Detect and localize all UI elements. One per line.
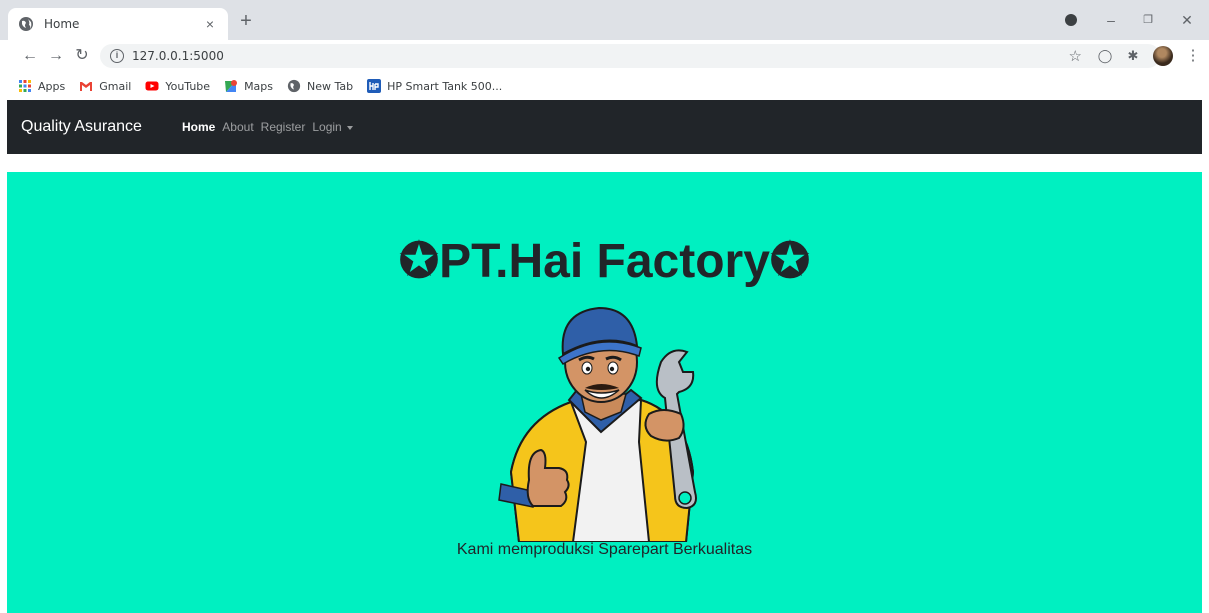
address-bar[interactable]: i 127.0.0.1:5000 ☆	[100, 44, 1160, 68]
hp-icon	[367, 79, 382, 93]
bookmark-label: Gmail	[99, 79, 132, 93]
profile-icon[interactable]	[1065, 14, 1077, 26]
mechanic-mascot-image	[498, 306, 697, 542]
minimize-icon[interactable]: –	[1096, 8, 1126, 32]
globe-icon	[19, 17, 33, 31]
close-tab-icon[interactable]: ×	[202, 16, 218, 32]
nav-link-home[interactable]: Home	[182, 120, 215, 134]
restore-icon[interactable]: ❐	[1133, 8, 1163, 32]
site-navbar: Quality Asurance Home About Register Log…	[7, 100, 1202, 154]
bookmark-hp-smart-tank[interactable]: HP Smart Tank 500...	[367, 79, 502, 93]
hero-section: ✪PT.Hai Factory✪ Kami memproduksi Sparep…	[7, 172, 1202, 613]
browser-tab[interactable]: Home ×	[8, 8, 228, 40]
bookmark-label: Maps	[244, 79, 274, 93]
back-icon[interactable]: ←	[20, 46, 40, 66]
hero-tagline: Kami memproduksi Sparepart Berkualitas	[456, 541, 753, 558]
bookmark-label: New Tab	[307, 79, 354, 93]
bookmark-new-tab[interactable]: New Tab	[287, 79, 353, 93]
nav-link-about[interactable]: About	[222, 120, 253, 134]
bookmarks-bar: Apps Gmail YouTube Maps New Tab HP Smart…	[0, 72, 1209, 100]
maps-icon	[225, 80, 238, 92]
bookmark-label: HP Smart Tank 500...	[387, 79, 503, 93]
info-icon[interactable]: i	[110, 49, 124, 63]
browser-toolbar: ← → ↻ i 127.0.0.1:5000 ☆ ◯ ✱ ⋮	[0, 40, 1209, 72]
hero-title: ✪PT.Hai Factory✪	[398, 235, 811, 288]
navbar-brand[interactable]: Quality Asurance	[21, 118, 142, 136]
gmail-icon	[80, 82, 93, 91]
youtube-icon	[145, 81, 159, 91]
apps-grid-icon	[19, 80, 31, 92]
bookmark-label: Apps	[38, 79, 66, 93]
bookmark-star-icon[interactable]: ☆	[1069, 47, 1082, 65]
menu-kebab-icon[interactable]: ⋮	[1185, 48, 1201, 64]
bookmark-gmail[interactable]: Gmail	[79, 79, 131, 93]
bookmark-apps[interactable]: Apps	[18, 79, 65, 93]
new-tab-button[interactable]: +	[236, 11, 256, 31]
tab-title: Home	[44, 17, 80, 31]
close-window-icon[interactable]: ✕	[1172, 8, 1202, 32]
forward-icon[interactable]: →	[46, 46, 66, 66]
caret-down-icon	[346, 125, 353, 130]
reload-icon[interactable]: ↻	[72, 46, 92, 66]
extensions-puzzle-icon[interactable]: ✱	[1125, 48, 1141, 64]
url-text: 127.0.0.1:5000	[132, 49, 224, 63]
bookmark-youtube[interactable]: YouTube	[145, 79, 210, 93]
globe-icon	[287, 79, 301, 93]
extension-circle-icon[interactable]: ◯	[1097, 48, 1113, 64]
nav-link-register[interactable]: Register	[261, 120, 306, 134]
browser-tabstrip: Home × + – ❐ ✕	[0, 0, 1209, 40]
avatar[interactable]	[1153, 46, 1173, 66]
nav-dropdown-login[interactable]: Login	[312, 120, 353, 134]
bookmark-maps[interactable]: Maps	[224, 79, 273, 93]
bookmark-label: YouTube	[165, 79, 211, 93]
nav-link-login-label: Login	[312, 120, 342, 134]
